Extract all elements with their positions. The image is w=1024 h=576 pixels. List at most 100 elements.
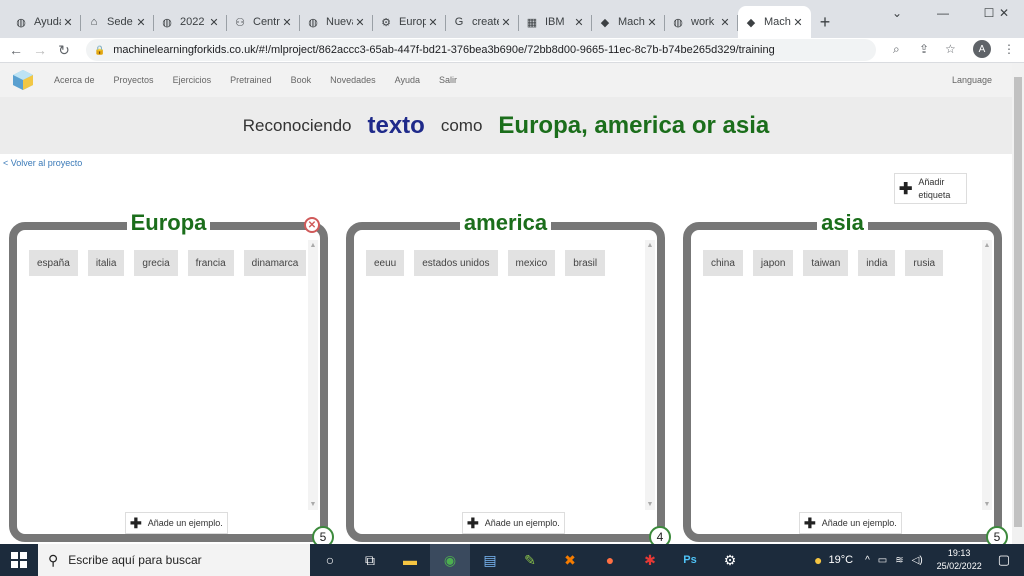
reload-icon[interactable]: ↻ [52, 42, 76, 59]
firefox-icon[interactable]: ● [590, 544, 630, 576]
browser-tab[interactable]: ◍ work ✕ [665, 6, 738, 38]
scroll-up-icon[interactable]: ▲ [645, 242, 655, 249]
scroll-down-icon[interactable]: ▼ [982, 501, 992, 508]
training-example[interactable]: dinamarca [243, 250, 307, 276]
back-icon[interactable]: ← [4, 42, 28, 58]
taskbar-search-input[interactable]: ⚲ Escribe aquí para buscar [38, 544, 310, 576]
scroll-down-icon[interactable]: ▼ [308, 501, 318, 508]
chrome-icon[interactable]: ◉ [430, 544, 470, 576]
browser-tab[interactable]: ◍ Ayuda ✕ [8, 6, 81, 38]
nav-link[interactable]: Book [291, 75, 312, 85]
browser-tab[interactable]: G create ✕ [446, 6, 519, 38]
tab-close-icon[interactable]: ✕ [572, 16, 586, 29]
nav-link[interactable]: Proyectos [114, 75, 154, 85]
add-example-button[interactable]: ✚ Añade un ejemplo. [125, 512, 228, 534]
scroll-down-icon[interactable]: ▼ [645, 501, 655, 508]
url-field[interactable]: 🔒 machinelearningforkids.co.uk/#!/mlproj… [86, 39, 876, 61]
tab-close-icon[interactable]: ✕ [280, 16, 294, 29]
browser-tab[interactable]: ⌂ Sede ✕ [81, 6, 154, 38]
share-icon[interactable]: ⇪ [919, 42, 929, 56]
clock[interactable]: 19:13 25/02/2022 [937, 547, 982, 573]
page-scrollbar[interactable] [1012, 63, 1024, 544]
temperature[interactable]: 19°C [829, 554, 854, 566]
menu-dots-icon[interactable]: ⋮ [1003, 42, 1015, 56]
file-explorer-icon[interactable]: ▬ [390, 544, 430, 576]
training-example[interactable]: francia [187, 250, 234, 276]
training-example[interactable]: india [858, 250, 896, 276]
add-label-button[interactable]: ✚ Añadir etiqueta [894, 173, 967, 204]
chevron-up-icon[interactable]: ^ [865, 555, 870, 566]
browser-tab[interactable]: ◍ 2022 ✕ [154, 6, 227, 38]
scroll-up-icon[interactable]: ▲ [308, 242, 318, 249]
nav-link[interactable]: Salir [439, 75, 457, 85]
forward-icon[interactable]: → [28, 42, 52, 58]
nav-link[interactable]: Novedades [330, 75, 376, 85]
nav-link[interactable]: Ayuda [395, 75, 420, 85]
tab-close-icon[interactable]: ✕ [718, 16, 732, 29]
browser-tab[interactable]: ◆ Mach ✕ [738, 6, 811, 38]
tab-close-icon[interactable]: ✕ [645, 16, 659, 29]
back-to-project-link[interactable]: < Volver al proyecto [3, 158, 82, 168]
document-icon[interactable]: ▤ [470, 544, 510, 576]
tab-close-icon[interactable]: ✕ [353, 16, 367, 29]
bookmark-star-icon[interactable]: ☆ [945, 42, 956, 56]
browser-tab[interactable]: ⚙ Europa ✕ [373, 6, 446, 38]
xampp-icon[interactable]: ✖ [550, 544, 590, 576]
tab-close-icon[interactable]: ✕ [426, 16, 440, 29]
browser-tab[interactable]: ◆ Mach ✕ [592, 6, 665, 38]
mlkids-logo-icon[interactable] [12, 69, 34, 91]
training-example[interactable]: taiwan [803, 250, 849, 276]
nav-link[interactable]: Pretrained [230, 75, 272, 85]
delete-label-icon[interactable]: ✕ [304, 217, 320, 233]
training-example[interactable]: japon [752, 250, 794, 276]
language-menu[interactable]: Language [952, 75, 992, 85]
notepad-icon[interactable]: ✎ [510, 544, 550, 576]
page-scrollbar-thumb[interactable] [1014, 77, 1022, 527]
windows-start-icon[interactable] [0, 544, 38, 576]
browser-tab[interactable]: ◍ Nueva ✕ [300, 6, 373, 38]
bank-icon: ⌂ [90, 16, 98, 28]
scroll-up-icon[interactable]: ▲ [982, 242, 992, 249]
bucket-scrollbar[interactable]: ▲ ▼ [982, 240, 992, 510]
nav-link[interactable]: Acerca de [54, 75, 95, 85]
bucket-scrollbar[interactable]: ▲ ▼ [645, 240, 655, 510]
windows-taskbar: ⚲ Escribe aquí para buscar ○ ⧉ ▬ ◉ ▤ ✎ ✖… [0, 544, 1024, 576]
training-example[interactable]: grecia [134, 250, 178, 276]
settings-gear-icon[interactable]: ⚙ [710, 544, 750, 576]
training-example[interactable]: eeuu [366, 250, 405, 276]
training-example[interactable]: china [703, 250, 743, 276]
close-window-icon[interactable]: ✕ [984, 0, 1024, 26]
add-example-button[interactable]: ✚ Añade un ejemplo. [462, 512, 565, 534]
browser-tab[interactable]: ▦ IBM ✕ [519, 6, 592, 38]
tab-close-icon[interactable]: ✕ [61, 16, 75, 29]
notifications-icon[interactable]: ▢ [998, 552, 1010, 568]
new-tab-icon[interactable]: + [811, 6, 839, 38]
training-example[interactable]: mexico [507, 250, 556, 276]
zoom-icon[interactable]: ⌕ [893, 42, 900, 57]
tab-close-icon[interactable]: ✕ [499, 16, 513, 29]
training-example[interactable]: italia [87, 250, 125, 276]
nav-link[interactable]: Ejercicios [173, 75, 212, 85]
tab-close-icon[interactable]: ✕ [791, 16, 805, 29]
training-example[interactable]: españa [29, 250, 78, 276]
training-example[interactable]: estados unidos [414, 250, 498, 276]
tab-close-icon[interactable]: ✕ [134, 16, 148, 29]
tab-search-icon[interactable]: ⌄ [874, 0, 920, 26]
browser-tab[interactable]: ⚇ Centro ✕ [227, 6, 300, 38]
wifi-icon[interactable]: ≋ [895, 555, 903, 566]
add-example-button[interactable]: ✚ Añade un ejemplo. [799, 512, 902, 534]
tab-label: Mach [618, 16, 645, 28]
cortana-icon[interactable]: ○ [310, 544, 350, 576]
training-example[interactable]: rusia [905, 250, 944, 276]
tab-close-icon[interactable]: ✕ [207, 16, 221, 29]
bucket-scrollbar[interactable]: ▲ ▼ [308, 240, 318, 510]
profile-avatar[interactable]: A [973, 40, 991, 58]
battery-icon[interactable]: ▭ [878, 555, 887, 566]
task-view-icon[interactable]: ⧉ [350, 544, 390, 576]
weather-sun-icon[interactable]: ● [814, 552, 822, 568]
minimize-icon[interactable]: — [920, 0, 966, 26]
speaker-icon[interactable]: ◁) [912, 555, 923, 566]
scratch-icon[interactable]: ✱ [630, 544, 670, 576]
training-example[interactable]: brasil [565, 250, 606, 276]
photoshop-icon[interactable]: Ps [670, 544, 710, 576]
